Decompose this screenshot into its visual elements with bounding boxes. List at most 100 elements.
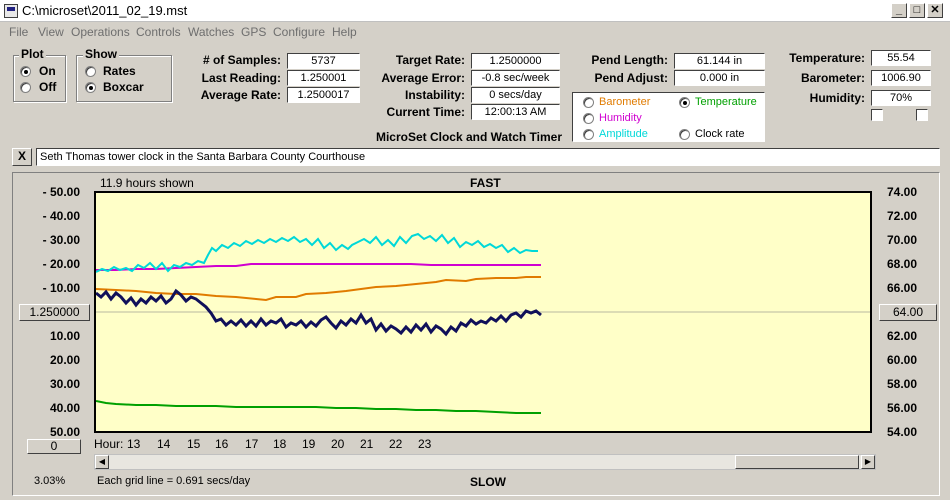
title-bar: C:\microset\2011_02_19.mst _ □ ✕ — [0, 0, 950, 22]
samples-field: 5737 — [287, 53, 360, 69]
note-input[interactable]: Seth Thomas tower clock in the Santa Bar… — [36, 148, 940, 166]
left-tick: - 20.00 — [42, 257, 80, 271]
plot-area — [94, 191, 872, 433]
temperature-radio[interactable] — [679, 97, 690, 108]
left-tick: - 10.00 — [42, 281, 80, 295]
amplitude-trace — [96, 232, 538, 273]
temperature-trace — [96, 400, 541, 414]
scroll-right-icon[interactable]: ▶ — [861, 455, 875, 469]
window-title: C:\microset\2011_02_19.mst — [22, 3, 188, 18]
average-rate-field: 1.2500017 — [287, 87, 360, 103]
close-button[interactable]: ✕ — [927, 3, 943, 18]
left-tick: - 40.00 — [42, 209, 80, 223]
left-tick: 10.00 — [49, 329, 80, 343]
barometer-option[interactable]: Barometer — [599, 96, 650, 108]
left-tick: - 50.00 — [42, 185, 80, 199]
menu-bar: File View Operations Controls Watches GP… — [0, 23, 950, 41]
x-tick: 19 — [302, 437, 316, 451]
fast-label: FAST — [470, 176, 501, 190]
average-error-field: -0.8 sec/week — [471, 70, 560, 86]
humidity-radio[interactable] — [583, 113, 594, 124]
x-tick: 15 — [187, 437, 201, 451]
slow-label: SLOW — [470, 475, 506, 489]
pend-length-field: 61.144 in — [674, 53, 765, 69]
humidity-label: Humidity: — [809, 91, 865, 105]
pend-length-label: Pend Length: — [591, 53, 668, 67]
menu-gps[interactable]: GPS — [241, 25, 266, 39]
x-tick: 17 — [245, 437, 259, 451]
instability-field: 0 secs/day — [471, 87, 560, 103]
plot-canvas — [96, 232, 870, 414]
temperature-field: 55.54 — [871, 50, 931, 66]
center-temp-button[interactable]: 64.00 — [879, 304, 937, 321]
plot-off-label[interactable]: Off — [39, 80, 56, 94]
grid-note: Each grid line = 0.691 secs/day — [97, 475, 251, 487]
humidity-option[interactable]: Humidity — [599, 112, 642, 124]
last-reading-field: 1.250001 — [287, 70, 360, 86]
clock-rate-option[interactable]: Clock rate — [695, 128, 745, 140]
clock-rate-radio[interactable] — [679, 129, 690, 140]
current-time-label: Current Time: — [386, 105, 465, 119]
x-tick: 14 — [157, 437, 171, 451]
temperature-option[interactable]: Temperature — [695, 96, 757, 108]
app-caption: MicroSet Clock and Watch Timer — [375, 130, 562, 144]
menu-configure[interactable]: Configure — [273, 25, 325, 39]
amplitude-option[interactable]: Amplitude — [599, 128, 648, 140]
humidity-field: 70% — [871, 90, 931, 106]
hours-shown-label: 11.9 hours shown — [100, 176, 194, 190]
percent-label: 3.03% — [34, 475, 66, 487]
x-axis-prefix: Hour: — [94, 437, 124, 451]
barometer-label: Barometer: — [800, 71, 865, 85]
plot-on-label[interactable]: On — [39, 64, 56, 78]
menu-help[interactable]: Help — [332, 25, 357, 39]
menu-operations[interactable]: Operations — [71, 25, 130, 39]
barometer-field: 1006.90 — [871, 70, 931, 86]
x-tick: 18 — [273, 437, 287, 451]
plot-group-title: Plot — [19, 47, 46, 61]
left-tick: 20.00 — [49, 353, 80, 367]
menu-controls[interactable]: Controls — [136, 25, 181, 39]
minimize-button[interactable]: _ — [891, 3, 907, 18]
barometer-radio[interactable] — [583, 97, 594, 108]
instability-label: Instability: — [404, 88, 465, 102]
temperature-label: Temperature: — [789, 51, 865, 65]
plot-off-radio[interactable] — [20, 82, 31, 93]
pend-adjust-field: 0.000 in — [674, 70, 765, 86]
left-tick: - 30.00 — [42, 233, 80, 247]
x-tick: 23 — [418, 437, 432, 451]
scroll-left-icon[interactable]: ◀ — [95, 455, 109, 469]
last-reading-label: Last Reading: — [201, 71, 281, 85]
show-group — [76, 55, 172, 102]
menu-view[interactable]: View — [38, 25, 64, 39]
target-rate-label: Target Rate: — [395, 53, 465, 67]
left-tick: 50.00 — [49, 425, 80, 439]
amplitude-radio[interactable] — [583, 129, 594, 140]
humidity-checkbox-left[interactable] — [871, 109, 883, 121]
left-tick: 30.00 — [49, 377, 80, 391]
left-tick: 40.00 — [49, 401, 80, 415]
zero-button[interactable]: 0 — [27, 439, 81, 454]
plot-group — [13, 55, 66, 102]
average-error-label: Average Error: — [381, 71, 465, 85]
maximize-button[interactable]: □ — [909, 3, 925, 18]
pend-adjust-label: Pend Adjust: — [594, 71, 668, 85]
show-rates-label[interactable]: Rates — [103, 64, 136, 78]
plot-on-radio[interactable] — [20, 66, 31, 77]
menu-file[interactable]: File — [9, 25, 28, 39]
sensor-select-box: Barometer Temperature Humidity Amplitude… — [572, 92, 765, 142]
x-tick: 16 — [215, 437, 229, 451]
scroll-thumb[interactable] — [735, 455, 859, 469]
clear-note-button[interactable]: X — [12, 148, 32, 166]
center-rate-button[interactable]: 1.250000 — [19, 304, 90, 321]
humidity-checkbox-right[interactable] — [916, 109, 928, 121]
x-tick: 21 — [360, 437, 374, 451]
show-boxcar-radio[interactable] — [85, 82, 96, 93]
show-rates-radio[interactable] — [85, 66, 96, 77]
menu-watches[interactable]: Watches — [188, 25, 234, 39]
target-rate-field: 1.2500000 — [471, 53, 560, 69]
x-tick: 22 — [389, 437, 403, 451]
app-icon — [4, 4, 18, 18]
show-boxcar-label[interactable]: Boxcar — [103, 80, 144, 94]
horizontal-scrollbar[interactable]: ◀ ▶ — [94, 454, 876, 470]
current-time-field: 12:00:13 AM — [471, 104, 560, 120]
